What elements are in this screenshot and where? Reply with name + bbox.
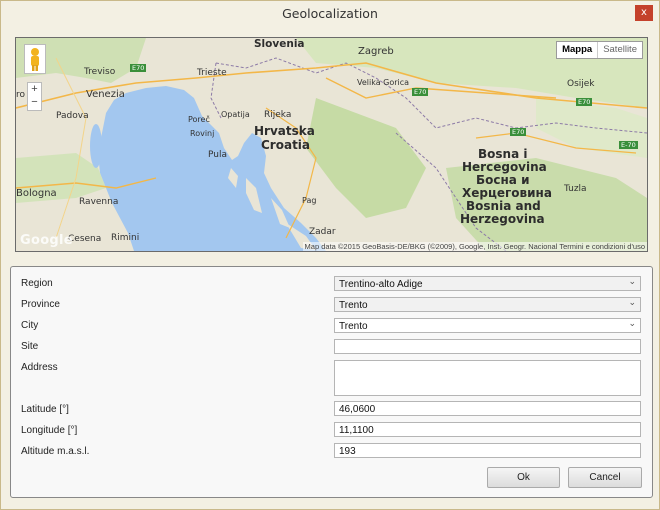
road-shield-e70: E-70 [619,141,638,149]
map-label-tuzla: Tuzla [564,184,587,194]
title-bar[interactable]: Geolocalization x [1,1,659,25]
road-shield-e70: E70 [130,64,147,72]
longitude-label: Longitude [°] [21,425,78,436]
address-label: Address [21,362,58,373]
address-textarea[interactable] [334,360,641,396]
pegman-icon [31,48,39,71]
map-label-padova: Padova [56,111,89,121]
province-label: Province [21,299,60,310]
map-label-opatija: Opatija [221,110,250,119]
road-shield-e70: E70 [576,98,593,106]
google-logo: Google [20,233,73,248]
map-label-zadar: Zadar [309,227,336,237]
site-input[interactable] [334,339,641,354]
map-label-croatia: Croatia [261,138,311,152]
region-select[interactable]: Trentino-alto Adige [334,274,641,291]
map-label-velika-gorica: Velika Gorica [357,78,410,87]
map-label-rijeka: Rijeka [264,110,292,120]
road-shield-e70: E70 [510,128,527,136]
ok-button[interactable]: Ok [487,467,560,488]
street-view-pegman[interactable] [24,44,46,74]
map-label-treviso: Treviso [84,67,116,77]
map-label-rovinj: Rovinj [190,129,215,138]
map-label-trieste: Trieste [197,68,227,78]
map-label-osijek: Osijek [567,79,595,89]
map-label-ravenna: Ravenna [79,197,119,207]
location-form: Region Trentino-alto Adige Province Tren… [10,266,653,498]
altitude-input[interactable]: 193 [334,443,641,458]
map-label-herzegovina: Herzegovina [460,212,545,226]
map-label-zagreb: Zagreb [358,46,394,57]
map-type-satellite-button[interactable]: Satellite [598,42,642,58]
map-label-hrvatska: Hrvatska [254,124,315,138]
road-shield-e70: E70 [412,88,429,96]
zoom-out-button[interactable]: − [28,96,41,109]
map-label-venezia: Venezia [86,89,125,100]
cancel-button[interactable]: Cancel [568,467,642,488]
latitude-input[interactable]: 46,0600 [334,401,641,416]
altitude-label: Altitude m.a.s.l. [21,446,90,457]
city-combobox[interactable]: Trento [334,316,641,333]
map-label-porec: Poreč [188,115,210,124]
geolocalization-dialog: Geolocalization x + − Mappa Satellite Sl… [0,0,660,510]
map-label-ro: ro [16,90,26,100]
map-attribution[interactable]: Map data ©2015 GeoBasis-DE/BKG (©2009), … [302,242,647,251]
map-type-map-button[interactable]: Mappa [557,42,599,58]
map-label-pula: Pula [208,150,227,160]
zoom-in-button[interactable]: + [28,83,41,96]
map-type-control: Mappa Satellite [556,41,643,59]
zoom-control: + − [27,82,42,111]
latitude-label: Latitude [°] [21,404,69,415]
map-label-pag: Pag [302,196,317,205]
region-label: Region [21,278,53,289]
city-label: City [21,320,39,331]
longitude-input[interactable]: 11,1100 [334,422,641,437]
map-label-rimini: Rimini [111,233,140,243]
window-title: Geolocalization [282,6,378,21]
map-label-bologna: Bologna [16,188,57,199]
map-view[interactable]: + − Mappa Satellite Slovenia Zagreb Trev… [15,37,648,252]
site-label: Site [21,341,39,352]
map-label-cesena: Cesena [68,234,102,244]
province-select[interactable]: Trento [334,295,641,312]
map-label-slovenia: Slovenia [254,38,305,50]
close-button[interactable]: x [635,5,653,21]
